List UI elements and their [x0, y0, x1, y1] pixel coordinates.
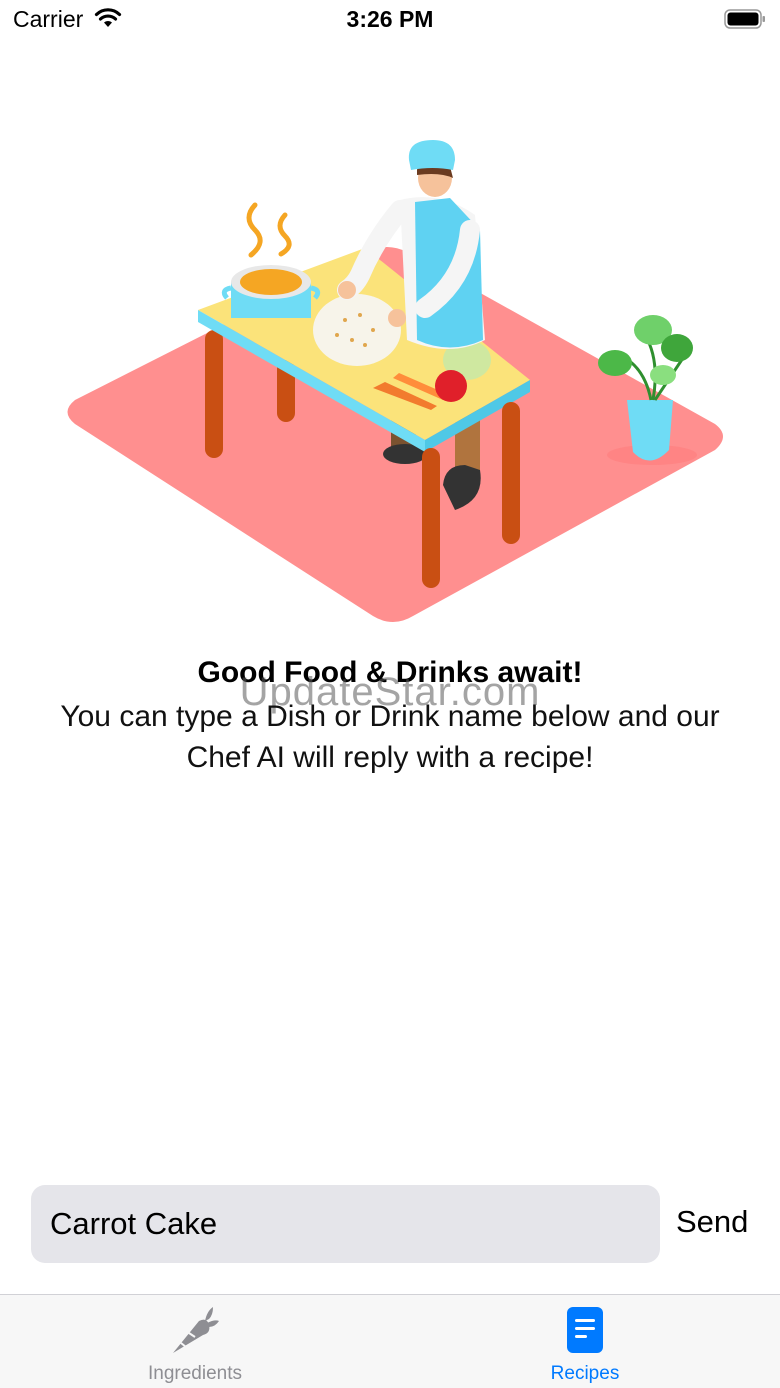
document-icon: [390, 1305, 780, 1355]
dish-input[interactable]: [31, 1185, 660, 1263]
chef-illustration: [55, 130, 735, 630]
tab-recipes[interactable]: Recipes: [390, 1295, 780, 1388]
status-bar: Carrier 3:26 PM: [0, 0, 780, 40]
dish-input-container: [31, 1185, 660, 1263]
carrot-icon: [0, 1305, 390, 1357]
tab-bar: Ingredients Recipes: [0, 1294, 780, 1388]
tab-ingredients[interactable]: Ingredients: [0, 1295, 390, 1388]
welcome-body: You can type a Dish or Drink name below …: [60, 700, 720, 774]
tab-ingredients-label: Ingredients: [147, 1363, 242, 1384]
send-button[interactable]: Send: [676, 1204, 748, 1240]
battery-icon: [724, 9, 766, 34]
clock: 3:26 PM: [346, 6, 434, 32]
tab-recipes-label: Recipes: [550, 1363, 620, 1384]
